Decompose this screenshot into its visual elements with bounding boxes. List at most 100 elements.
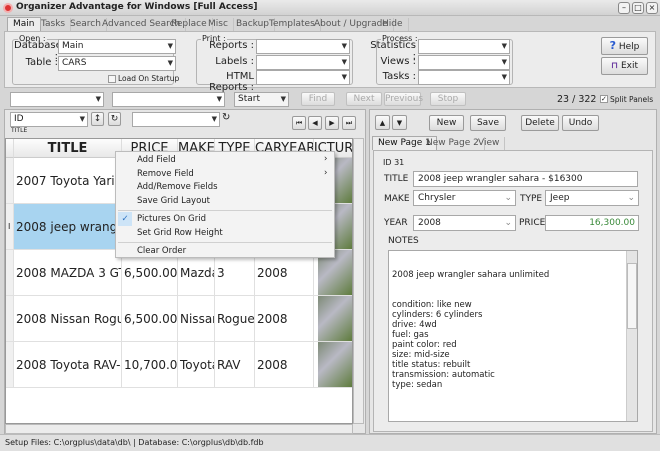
cell-title[interactable]: 2008 Toyota RAV-4 - (14, 342, 122, 388)
type-label: TYPE (520, 194, 543, 204)
tasks-select[interactable]: ▼ (418, 70, 510, 85)
prev-record-button[interactable]: ◀ (308, 116, 322, 130)
cell-price[interactable]: 6,500.00 (122, 296, 178, 342)
grid-vertical-scrollbar[interactable] (353, 138, 364, 424)
table-select[interactable]: CARS ▼ (58, 56, 176, 71)
minimize-button[interactable]: – (618, 2, 630, 14)
sort-field-value: ID (14, 114, 24, 124)
year-select[interactable]: 2008 ⌄ (413, 215, 516, 231)
cell-caryear[interactable]: 2008 (255, 296, 314, 342)
maximize-button[interactable]: □ (632, 2, 644, 14)
grid-horizontal-scrollbar[interactable] (5, 424, 353, 434)
row-indicator[interactable] (6, 342, 14, 388)
type-value: Jeep (550, 193, 570, 203)
notes-line: cylinders: 6 cylinders (392, 310, 483, 320)
exit-door-icon: ⊓ (610, 61, 619, 71)
chevron-down-icon: ▼ (167, 42, 173, 50)
refresh-icon[interactable]: ↻ (108, 112, 121, 126)
menu-add-field[interactable]: Add Field (137, 154, 176, 167)
next-button[interactable]: Next (346, 92, 382, 106)
chevron-down-icon: ▼ (211, 115, 217, 123)
row-indicator[interactable] (6, 250, 14, 296)
column-header-title[interactable]: TITLE (14, 139, 122, 158)
cell-price[interactable]: 10,700.00 (122, 342, 178, 388)
row-indicator[interactable] (6, 296, 14, 342)
price-field[interactable]: 16,300.00 (545, 215, 639, 231)
tab-misc[interactable]: Misc (203, 18, 234, 32)
tab-hide[interactable]: Hide (377, 18, 409, 32)
stop-button[interactable]: Stop (430, 92, 466, 106)
save-button[interactable]: Save (470, 115, 506, 131)
refresh-filter-icon[interactable]: ↻ (222, 112, 234, 126)
html-reports-select[interactable]: ▼ (256, 70, 350, 85)
menu-pictures-on-grid[interactable]: Pictures On Grid (137, 213, 206, 226)
database-select[interactable]: Main ▼ (58, 39, 176, 54)
help-button[interactable]: ? Help (601, 37, 648, 55)
type-select[interactable]: Jeep ⌄ (545, 190, 639, 206)
statistics-select[interactable]: ▼ (418, 39, 510, 54)
load-on-startup-checkbox[interactable] (108, 75, 116, 83)
sort-direction-button[interactable]: ↕ (91, 112, 104, 126)
menu-clear-order[interactable]: Clear Order (137, 245, 186, 258)
find-button[interactable]: Find (301, 92, 335, 106)
row-indicator[interactable] (6, 158, 14, 204)
cell-make[interactable]: Toyota (178, 342, 215, 388)
split-panels-checkbox[interactable]: ✓ (600, 95, 608, 103)
cell-title[interactable]: 2008 jeep wrangler (14, 204, 122, 250)
tab-view[interactable]: View (473, 137, 506, 151)
cell-title[interactable]: 2007 Toyota Yaris A (14, 158, 122, 204)
menu-save-grid-layout[interactable]: Save Grid Layout (137, 195, 210, 208)
cell-type[interactable]: Rogue (215, 296, 255, 342)
notes-scrollbar[interactable] (626, 251, 637, 421)
cell-type[interactable]: RAV (215, 342, 255, 388)
reports-label: Reports : (209, 40, 254, 51)
scrollbar-thumb[interactable] (627, 263, 637, 329)
search-mode-select[interactable]: Start ▼ (234, 92, 289, 107)
last-record-button[interactable]: ⏭ (342, 116, 356, 130)
chevron-down-icon: ▼ (341, 73, 347, 81)
filter-select[interactable]: ▼ (132, 112, 220, 127)
chevron-down-icon: ▼ (280, 95, 286, 103)
car-photo (318, 342, 352, 387)
chevron-down-icon: ▼ (501, 42, 507, 50)
previous-button[interactable]: Previous (384, 92, 423, 106)
close-button[interactable]: × (646, 2, 658, 14)
move-up-button[interactable]: ▲ (375, 115, 390, 130)
chevron-down-icon: ⌄ (627, 193, 635, 203)
row-indicator[interactable]: I (6, 204, 14, 250)
html-reports-label: HTML Reports : (209, 71, 254, 93)
sort-field-select[interactable]: ID ▼ (10, 112, 88, 127)
first-record-button[interactable]: ⏮ (292, 116, 306, 130)
make-select[interactable]: Chrysler ⌄ (413, 190, 516, 206)
notes-textarea[interactable]: 2008 jeep wrangler sahara unlimited condi… (388, 250, 638, 422)
menu-add-remove-fields[interactable]: Add/Remove Fields (137, 181, 218, 194)
title-field[interactable]: 2008 jeep wrangler sahara - $16300 (413, 171, 638, 187)
new-button[interactable]: New (429, 115, 464, 131)
notes-line: paint color: red (392, 340, 457, 350)
cell-title[interactable]: 2008 Nissan Rogue S (14, 296, 122, 342)
year-value: 2008 (418, 218, 441, 228)
help-label: Help (618, 42, 640, 52)
title-label: TITLE (384, 174, 409, 184)
cell-make[interactable]: Nissan (178, 296, 215, 342)
next-record-button[interactable]: ▶ (325, 116, 339, 130)
cell-picture[interactable] (314, 342, 352, 388)
menu-set-grid-row-height[interactable]: Set Grid Row Height (137, 227, 223, 240)
cell-title[interactable]: 2008 MAZDA 3 GT - (14, 250, 122, 296)
cell-picture[interactable] (314, 296, 352, 342)
views-select[interactable]: ▼ (418, 55, 510, 70)
reports-select[interactable]: ▼ (256, 39, 350, 54)
menu-remove-field[interactable]: Remove Field (137, 168, 194, 181)
exit-button[interactable]: ⊓ Exit (601, 57, 648, 75)
cell-caryear[interactable]: 2008 (255, 342, 314, 388)
menu-separator (118, 210, 332, 211)
labels-select[interactable]: ▼ (256, 55, 350, 70)
move-down-button[interactable]: ▼ (392, 115, 407, 130)
delete-button[interactable]: Delete (521, 115, 559, 131)
search-text-input[interactable]: ▼ (112, 92, 225, 107)
car-photo (318, 296, 352, 341)
chevron-down-icon: ⌄ (504, 218, 512, 228)
search-field-select[interactable]: ▼ (10, 92, 104, 107)
undo-button[interactable]: Undo (562, 115, 599, 131)
tasks-label: Tasks : (382, 71, 416, 82)
